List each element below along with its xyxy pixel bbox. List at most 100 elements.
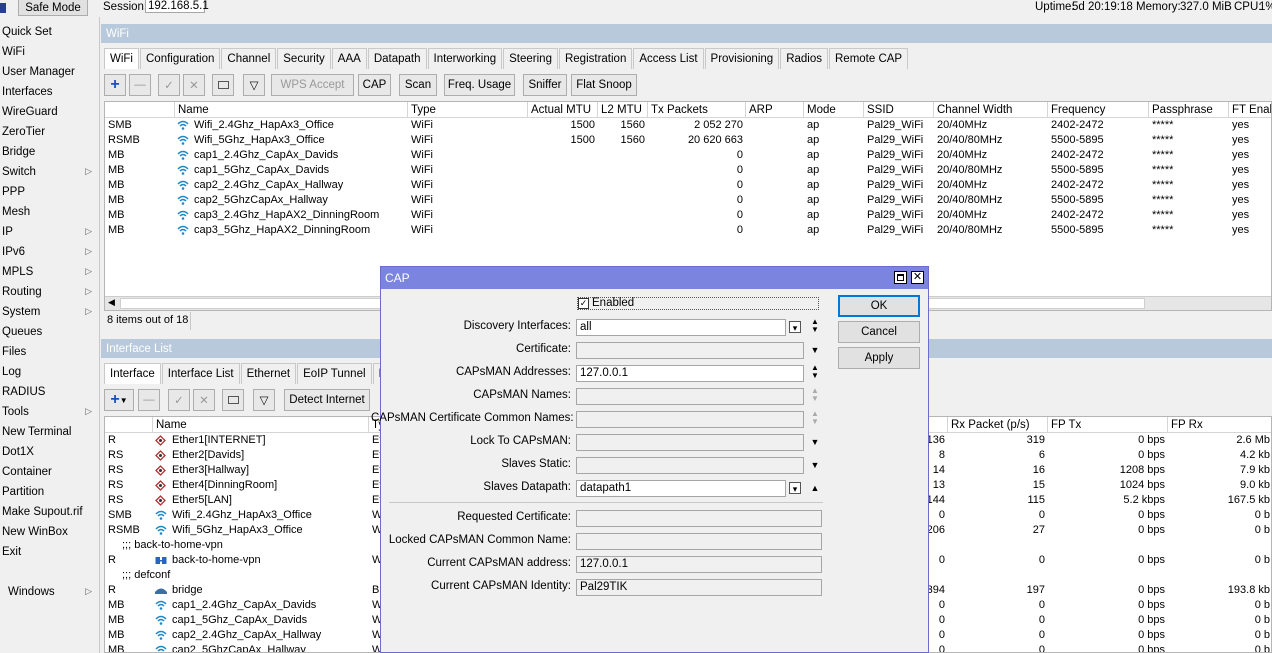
sidebar-item[interactable]: Dot1X (0, 442, 100, 462)
sidebar-item[interactable]: Exit (0, 542, 100, 562)
enabled-checkbox-row[interactable]: ✓ Enabled (577, 297, 819, 310)
sidebar-item[interactable]: Interfaces (0, 82, 100, 102)
tab[interactable]: Security (277, 48, 331, 69)
wps-accept-button[interactable]: WPS Accept (271, 74, 354, 96)
sidebar-item[interactable]: Mesh (0, 202, 100, 222)
filter-button[interactable]: ▽ (253, 389, 275, 411)
field-input[interactable] (576, 411, 804, 428)
column-header[interactable]: Rx Packet (p/s) (948, 417, 1048, 433)
tab[interactable]: Remote CAP (829, 48, 909, 69)
enable-button[interactable]: ✓ (158, 74, 180, 96)
expand-arrow-icon[interactable]: ▼ (809, 459, 821, 471)
column-header[interactable]: Name (153, 417, 369, 433)
freq-usage-button[interactable]: Freq. Usage (444, 74, 515, 96)
tab[interactable]: Channel (221, 48, 277, 69)
column-header[interactable]: ARP (746, 102, 804, 118)
tab[interactable]: Configuration (140, 48, 221, 69)
sidebar-item-windows[interactable]: Windows ▷ (0, 582, 100, 602)
field-input[interactable] (576, 434, 804, 451)
sidebar-item[interactable]: RADIUS (0, 382, 100, 402)
scroll-left-icon[interactable]: ◀ (108, 297, 115, 308)
add-button[interactable]: + (104, 74, 126, 96)
field-input[interactable]: all (576, 319, 786, 336)
column-header[interactable] (105, 417, 153, 433)
scan-button[interactable]: Scan (399, 74, 437, 96)
down-arrow-icon[interactable]: ▼ (809, 393, 821, 405)
sidebar-item[interactable]: IP ▷ (0, 222, 100, 242)
expand-arrow-icon[interactable]: ▼ (809, 436, 821, 448)
down-arrow-icon[interactable]: ▼ (809, 370, 821, 382)
sidebar-item[interactable]: WiFi (0, 42, 100, 62)
table-row[interactable]: SMB Wifi_2.4Ghz_HapAx3_Office WiFi 1500 1560… (105, 118, 1271, 133)
tab[interactable]: WiFi (104, 48, 139, 69)
filter-button[interactable]: ▽ (243, 74, 265, 96)
tab[interactable]: Interworking (427, 48, 503, 69)
field-input[interactable] (576, 342, 804, 359)
remove-button[interactable]: — (129, 74, 151, 96)
column-header[interactable]: SSID (864, 102, 934, 118)
remove-button[interactable]: — (138, 389, 160, 411)
maximize-icon[interactable] (894, 271, 907, 284)
cap-button[interactable]: CAP (358, 74, 391, 96)
detect-internet-button[interactable]: Detect Internet (284, 389, 370, 411)
column-header[interactable]: FP Tx (1048, 417, 1168, 433)
comment-button[interactable] (212, 74, 234, 96)
field-input[interactable] (576, 457, 804, 474)
sidebar-item[interactable]: Partition (0, 482, 100, 502)
column-header[interactable]: Name (175, 102, 408, 118)
field-input[interactable]: datapath1 (576, 480, 786, 497)
table-row[interactable]: MB cap3_5Ghz_HapAX2_DinningRoom WiFi 0 ap Pal… (105, 223, 1271, 238)
tab[interactable]: AAA (331, 48, 367, 69)
sidebar-item[interactable]: Tools ▷ (0, 402, 100, 422)
sidebar-item[interactable]: User Manager (0, 62, 100, 82)
dropdown-arrow-icon[interactable]: ▾ (789, 321, 801, 333)
table-row[interactable]: MB cap2_2.4Ghz_CapAx_Hallway WiFi 0 ap Pal29_… (105, 178, 1271, 193)
sidebar-item[interactable]: Files (0, 342, 100, 362)
down-arrow-icon[interactable]: ▼ (809, 324, 821, 336)
sidebar-item[interactable]: MPLS ▷ (0, 262, 100, 282)
apply-button[interactable]: Apply (838, 347, 920, 369)
tab[interactable]: Radios (780, 48, 828, 69)
sidebar-item[interactable]: Log (0, 362, 100, 382)
tab[interactable]: Provisioning (704, 48, 780, 69)
column-header[interactable]: Actual MTU (528, 102, 598, 118)
down-arrow-icon[interactable]: ▼ (809, 416, 821, 428)
tab[interactable]: Interface (104, 363, 161, 384)
table-row[interactable]: MB cap2_5GhzCapAx_Hallway WiFi 0 ap Pal29_WiF… (105, 193, 1271, 208)
column-header[interactable]: FP Rx (1168, 417, 1271, 433)
dropdown-arrow-icon[interactable]: ▾ (789, 482, 801, 494)
tab[interactable]: Datapath (367, 48, 427, 69)
sidebar-item[interactable]: Queues (0, 322, 100, 342)
column-header[interactable]: Tx Packets (648, 102, 746, 118)
column-header[interactable]: Mode (804, 102, 864, 118)
field-input[interactable]: 127.0.0.1 (576, 365, 804, 382)
cancel-button[interactable]: Cancel (838, 321, 920, 343)
tab[interactable]: Interface List (161, 363, 240, 384)
column-header[interactable]: L2 MTU (598, 102, 648, 118)
sidebar-item[interactable]: Routing ▷ (0, 282, 100, 302)
sidebar-item[interactable]: Container (0, 462, 100, 482)
sidebar-item[interactable]: Switch ▷ (0, 162, 100, 182)
collapse-arrow-icon[interactable]: ▲ (809, 482, 821, 494)
cap-dialog-title[interactable]: CAP ✕ (381, 267, 928, 289)
add-button[interactable]: + ▼ (104, 389, 134, 411)
close-icon[interactable]: ✕ (911, 271, 924, 284)
sniffer-button[interactable]: Sniffer (523, 74, 567, 96)
column-header[interactable] (928, 417, 948, 433)
tab[interactable]: Ethernet (240, 363, 297, 384)
column-header[interactable]: Channel Width (934, 102, 1048, 118)
column-header[interactable]: Type (408, 102, 528, 118)
sidebar-item[interactable]: New WinBox (0, 522, 100, 542)
sidebar-item[interactable]: Bridge (0, 142, 100, 162)
expand-arrow-icon[interactable]: ▼ (809, 344, 821, 356)
tab[interactable]: Registration (558, 48, 633, 69)
sidebar-item[interactable]: Quick Set (0, 22, 100, 42)
column-header[interactable]: Passphrase (1149, 102, 1229, 118)
column-header[interactable] (105, 102, 175, 118)
column-header[interactable]: FT Enable (1229, 102, 1271, 118)
sidebar-item[interactable]: Make Supout.rif (0, 502, 100, 522)
disable-button[interactable]: ✕ (193, 389, 215, 411)
table-row[interactable]: MB cap1_5Ghz_CapAx_Davids WiFi 0 ap Pal29_WiF… (105, 163, 1271, 178)
sidebar-item[interactable]: New Terminal (0, 422, 100, 442)
sidebar-item[interactable]: IPv6 ▷ (0, 242, 100, 262)
